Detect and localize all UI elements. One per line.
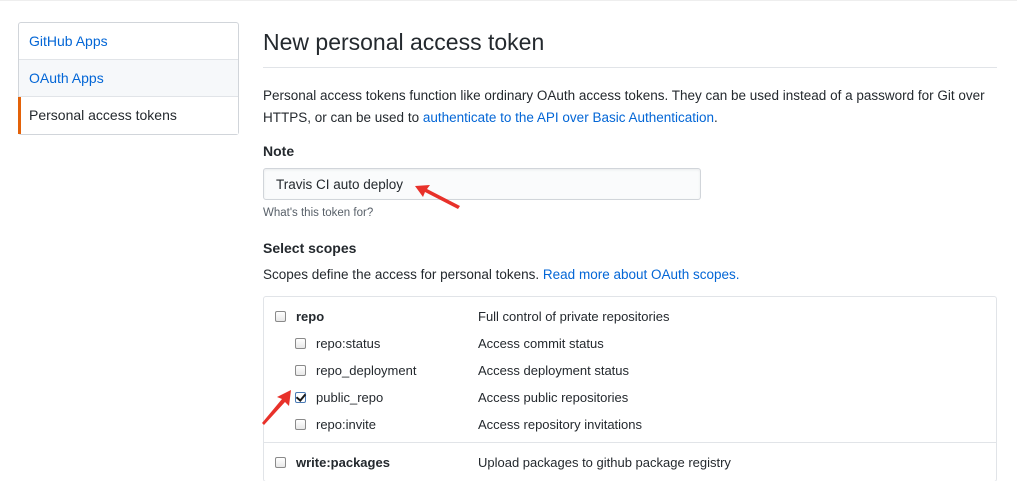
scope-row-public-repo: public_repo Access public repositories — [264, 388, 998, 408]
scope-name-public-repo: public_repo — [316, 390, 384, 405]
developer-settings-sidebar: GitHub Apps OAuth Apps Personal access t… — [18, 22, 239, 135]
scope-desc-repo-status: Access commit status — [478, 336, 604, 351]
scopes-table: repo Full control of private repositorie… — [263, 296, 997, 481]
scope-checkbox-repo[interactable] — [275, 311, 286, 322]
top-divider — [0, 0, 1017, 1]
description-suffix: . — [714, 110, 718, 125]
scope-checkbox-repo-deployment[interactable] — [295, 365, 306, 376]
sidebar-item-personal-access-tokens[interactable]: Personal access tokens — [18, 97, 238, 134]
scope-name-write-packages: write:packages — [296, 455, 390, 470]
select-scopes-label: Select scopes — [263, 240, 357, 256]
oauth-scopes-link[interactable]: Read more about OAuth scopes. — [543, 267, 740, 282]
scope-name-repo: repo — [296, 309, 325, 324]
scope-group-write-packages: write:packages Upload packages to github… — [264, 443, 996, 481]
scope-checkbox-repo-invite[interactable] — [295, 419, 306, 430]
scope-name-repo-invite: repo:invite — [316, 417, 376, 432]
scope-name-repo-status: repo:status — [316, 336, 381, 351]
sidebar-item-github-apps[interactable]: GitHub Apps — [19, 23, 238, 60]
scope-desc-write-packages: Upload packages to github package regist… — [478, 455, 731, 470]
basic-auth-link[interactable]: authenticate to the API over Basic Authe… — [423, 110, 714, 125]
scope-checkbox-repo-status[interactable] — [295, 338, 306, 349]
note-hint: What's this token for? — [263, 207, 374, 219]
scope-desc-repo-invite: Access repository invitations — [478, 417, 643, 432]
note-label: Note — [263, 143, 295, 159]
token-description: Personal access tokens function like ord… — [263, 85, 1003, 129]
title-divider — [263, 67, 997, 68]
scopes-description-text: Scopes define the access for personal to… — [263, 267, 543, 282]
scope-group-repo: repo Full control of private repositorie… — [264, 297, 996, 443]
scope-row-repo-invite: repo:invite Access repository invitation… — [264, 415, 998, 435]
scope-desc-repo: Full control of private repositories — [478, 309, 670, 324]
scope-row-repo-status: repo:status Access commit status — [264, 334, 998, 354]
note-input[interactable] — [263, 168, 701, 200]
scope-row-repo-deployment: repo_deployment Access deployment status — [264, 361, 998, 381]
scope-row-write-packages: write:packages Upload packages to github… — [264, 453, 998, 473]
scope-desc-repo-deployment: Access deployment status — [478, 363, 630, 378]
scope-checkbox-write-packages[interactable] — [275, 457, 286, 468]
page-title: New personal access token — [263, 29, 545, 55]
scope-row-repo: repo Full control of private repositorie… — [264, 307, 998, 327]
sidebar-item-oauth-apps[interactable]: OAuth Apps — [19, 60, 238, 97]
settings-page: GitHub Apps OAuth Apps Personal access t… — [0, 0, 1017, 481]
scope-checkbox-public-repo[interactable] — [295, 392, 306, 403]
scope-desc-public-repo: Access public repositories — [478, 390, 629, 405]
scope-name-repo-deployment: repo_deployment — [316, 363, 417, 378]
scopes-description: Scopes define the access for personal to… — [263, 267, 740, 282]
